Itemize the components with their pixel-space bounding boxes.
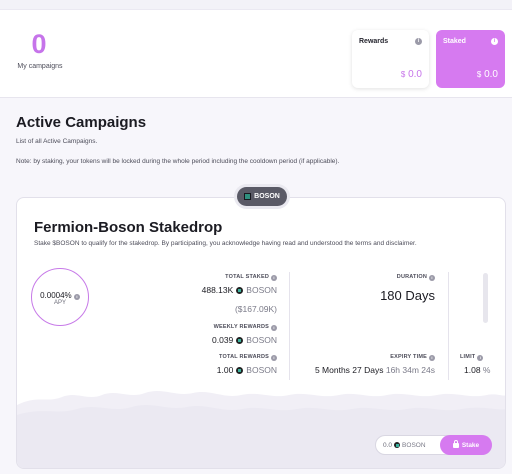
limit-unit: % [482, 365, 491, 375]
limit-amount: 1.08 [464, 365, 481, 375]
expiry-time-value: 5 Months 27 Days 16h 34m 24s [315, 365, 435, 375]
limit-value: 1.08 % [464, 365, 490, 375]
stake-control: 0.0 BOSON Stake [375, 435, 492, 455]
stats-header: 0 My campaigns Rewards i $ 0.0 Staked i … [0, 10, 512, 98]
my-campaigns[interactable]: 0 My campaigns [14, 28, 64, 70]
staking-note: Note: by staking, your tokens will be lo… [16, 158, 340, 165]
rewards-currency: $ [400, 70, 406, 79]
staked-title: Staked [443, 38, 466, 45]
weekly-rewards-label-text: WEEKLY REWARDS [213, 324, 269, 330]
lock-icon [452, 439, 459, 448]
expiry-time-clock: 16h 34m 24s [385, 365, 435, 375]
total-rewards-label: TOTAL REWARDS i [219, 354, 277, 361]
page-subtitle: List of all Active Campaigns. [16, 138, 98, 145]
total-staked-usd-text: ($167.09K) [234, 304, 277, 314]
token-badge-label: BOSON [254, 193, 280, 200]
total-staked-usd: ($167.09K) [235, 304, 277, 314]
total-staked-value: 488.13K BOSON [202, 285, 277, 295]
info-icon[interactable]: i [429, 355, 435, 361]
rewards-card: Rewards i $ 0.0 [352, 30, 429, 88]
info-icon[interactable]: i [271, 355, 277, 361]
total-staked-amount: 488.13K [201, 285, 234, 295]
rewards-value: $ 0.0 [401, 69, 422, 80]
my-campaigns-label: My campaigns [17, 63, 63, 70]
expiry-time-label: EXPIRY TIME i [390, 354, 435, 361]
boson-token-icon [244, 193, 252, 200]
weekly-rewards-value: 0.039 BOSON [212, 335, 277, 345]
cloud-wave-decoration [17, 391, 505, 468]
total-rewards-token: BOSON [246, 365, 277, 375]
campaign-description: Stake $BOSON to qualify for the stakedro… [34, 240, 417, 247]
apy-value-row: 0.0004% i [32, 291, 88, 300]
limit-label: LIMIT i [460, 354, 484, 361]
staked-card: Staked i $ 0.0 [436, 30, 505, 88]
duration-value: 180 Days [380, 288, 435, 303]
page-title: Active Campaigns [16, 114, 147, 131]
stake-amount[interactable]: 0.0 BOSON [383, 442, 426, 449]
apy-label: APY [53, 300, 66, 306]
expiry-time-main: 5 Months 27 Days [314, 365, 384, 375]
stats-scrollbar[interactable] [483, 273, 488, 323]
my-campaigns-count: 0 [31, 29, 47, 59]
campaign-title: Fermion-Boson Stakedrop [34, 219, 223, 236]
apy-value: 0.0004% [40, 291, 72, 300]
stake-amount-value: 0.0 [383, 442, 393, 449]
info-icon[interactable]: i [415, 38, 422, 45]
total-staked-label: TOTAL STAKED i [225, 274, 277, 281]
info-icon[interactable]: i [271, 325, 277, 331]
staked-amount: 0.0 [484, 69, 498, 80]
boson-coin-icon [236, 287, 244, 294]
total-rewards-value: 1.00 BOSON [217, 365, 277, 375]
token-badge: BOSON [237, 187, 287, 206]
weekly-rewards-token: BOSON [246, 335, 277, 345]
info-icon[interactable]: i [271, 275, 277, 281]
total-staked-label-text: TOTAL STAKED [225, 274, 269, 280]
expiry-time-label-text: EXPIRY TIME [390, 354, 427, 360]
info-icon[interactable]: i [477, 355, 484, 361]
column-divider [448, 272, 449, 380]
staked-currency: $ [476, 70, 482, 79]
info-icon[interactable]: i [429, 275, 435, 281]
total-rewards-label-text: TOTAL REWARDS [219, 354, 269, 360]
total-rewards-amount: 1.00 [216, 365, 234, 375]
info-icon[interactable]: i [73, 294, 80, 300]
apy-circle: 0.0004% i APY [31, 268, 89, 326]
limit-label-text: LIMIT [460, 354, 476, 360]
campaign-card: Fermion-Boson Stakedrop Stake $BOSON to … [16, 197, 506, 469]
column-divider [289, 272, 290, 380]
duration-label: DURATION i [397, 274, 435, 281]
info-icon[interactable]: i [491, 38, 498, 45]
boson-coin-icon [236, 337, 244, 344]
weekly-rewards-label: WEEKLY REWARDS i [214, 324, 277, 331]
duration-label-text: DURATION [396, 274, 427, 280]
stake-token: BOSON [402, 442, 426, 449]
stake-button[interactable]: Stake [440, 435, 492, 455]
stake-button-label: Stake [461, 441, 480, 449]
staked-value: $ 0.0 [477, 69, 498, 80]
boson-coin-icon [394, 442, 401, 448]
total-staked-token: BOSON [246, 285, 277, 295]
rewards-title: Rewards [359, 38, 389, 45]
weekly-rewards-amount: 0.039 [212, 335, 234, 345]
top-bar [0, 0, 512, 10]
boson-coin-icon [236, 367, 244, 374]
rewards-amount: 0.0 [408, 69, 422, 80]
